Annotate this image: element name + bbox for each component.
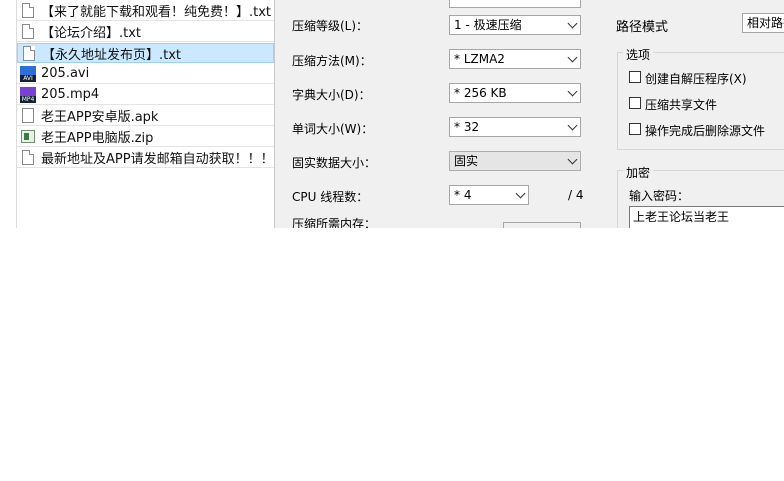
delete-checkbox[interactable] bbox=[629, 123, 641, 135]
method-select[interactable]: * LZMA2 bbox=[449, 49, 581, 69]
dict-label: 字典大小(D)： bbox=[292, 88, 371, 102]
password-input[interactable]: 上老王论坛当老王 bbox=[629, 206, 784, 228]
file-name: 【论坛介绍】.txt bbox=[41, 26, 142, 41]
file-name: 205.mp4 bbox=[41, 87, 100, 102]
chevron-down-icon bbox=[512, 186, 528, 204]
file-row[interactable]: 老王APP电脑版.zip bbox=[17, 127, 274, 147]
file-row[interactable]: 【永久地址发布页】.txt bbox=[17, 43, 274, 63]
options-title: 选项 bbox=[623, 46, 654, 63]
path-mode-value: 相对路径 bbox=[747, 16, 784, 30]
file-name: 老王APP安卓版.apk bbox=[41, 110, 159, 125]
file-row[interactable]: 【论坛介绍】.txt bbox=[17, 22, 274, 42]
path-mode-select[interactable]: 相对路径 bbox=[742, 13, 784, 33]
cpu-label: CPU 线程数： bbox=[292, 190, 369, 204]
solid-label: 固实数据大小： bbox=[292, 156, 377, 170]
chevron-down-icon bbox=[564, 152, 580, 170]
file-row[interactable]: AVI 205.avi bbox=[17, 64, 274, 84]
screenshot-area: 【来了就能下载和观看！纯免费！】.txt 【论坛介绍】.txt 【永久地址发布页】.… bbox=[0, 0, 784, 228]
sfx-checkbox[interactable] bbox=[629, 71, 641, 83]
level-value: 1 - 极速压缩 bbox=[454, 18, 522, 32]
cpu-total: / 4 bbox=[568, 188, 584, 202]
file-row[interactable]: MP4 205.mp4 bbox=[17, 85, 274, 105]
cpu-value: * 4 bbox=[454, 188, 472, 202]
text-file-icon bbox=[22, 24, 34, 39]
zip-archive-icon bbox=[21, 130, 35, 143]
memory-label: 压缩所需内存： bbox=[292, 217, 377, 228]
file-row[interactable]: 老王APP安卓版.apk bbox=[17, 106, 274, 126]
chevron-down-icon bbox=[564, 16, 580, 34]
text-file-icon bbox=[22, 150, 34, 165]
avi-video-icon: AVI bbox=[20, 65, 36, 82]
file-type-badge: MP4 bbox=[20, 95, 36, 103]
file-row[interactable]: 【来了就能下载和观看！纯免费！】.txt bbox=[17, 1, 274, 21]
file-name: 最新地址及APP请发邮箱自动获取！！！.... bbox=[41, 152, 274, 167]
text-file-icon bbox=[23, 45, 35, 61]
dict-select[interactable]: * 256 KB bbox=[449, 83, 581, 103]
password-label: 输入密码： bbox=[629, 189, 690, 203]
sfx-label[interactable]: 创建自解压程序(X) bbox=[645, 70, 747, 87]
cpu-select[interactable]: * 4 bbox=[449, 185, 529, 205]
file-type-badge: AVI bbox=[20, 74, 36, 82]
partial-top-combo[interactable] bbox=[449, 0, 581, 8]
file-name: 【永久地址发布页】.txt bbox=[42, 47, 182, 63]
text-file-icon bbox=[22, 3, 34, 18]
solid-select[interactable]: 固实 bbox=[449, 151, 581, 171]
level-label: 压缩等级(L)： bbox=[292, 19, 369, 33]
chevron-down-icon bbox=[564, 84, 580, 102]
mp4-video-icon: MP4 bbox=[20, 86, 36, 103]
chevron-down-icon bbox=[564, 118, 580, 136]
word-label: 单词大小(W)： bbox=[292, 122, 374, 136]
file-list: 【来了就能下载和观看！纯免费！】.txt 【论坛介绍】.txt 【永久地址发布页】.… bbox=[16, 0, 275, 228]
file-name: 【来了就能下载和观看！纯免费！】.txt bbox=[41, 5, 272, 20]
chevron-down-icon bbox=[564, 50, 580, 68]
solid-value: 固实 bbox=[454, 154, 479, 168]
level-select[interactable]: 1 - 极速压缩 bbox=[449, 15, 581, 35]
password-value: 上老王论坛当老王 bbox=[633, 210, 730, 224]
memory-value-box bbox=[503, 222, 581, 228]
method-label: 压缩方法(M)： bbox=[292, 54, 372, 68]
method-value: * LZMA2 bbox=[454, 52, 505, 66]
path-mode-label: 路径模式 bbox=[616, 20, 669, 35]
word-value: * 32 bbox=[454, 120, 480, 134]
shared-label[interactable]: 压缩共享文件 bbox=[645, 96, 717, 113]
delete-label[interactable]: 操作完成后删除源文件 bbox=[645, 122, 765, 139]
file-name: 205.avi bbox=[41, 66, 90, 81]
file-row[interactable]: 最新地址及APP请发邮箱自动获取！！！.... bbox=[17, 148, 274, 168]
apk-file-icon bbox=[22, 108, 34, 123]
dict-value: * 256 KB bbox=[454, 86, 507, 100]
compression-settings-panel: 压缩等级(L)： 1 - 极速压缩 压缩方法(M)： * LZMA2 字典大小(… bbox=[275, 0, 784, 228]
encryption-title: 加密 bbox=[623, 164, 654, 181]
file-name: 老王APP电脑版.zip bbox=[41, 131, 154, 146]
shared-checkbox[interactable] bbox=[629, 97, 641, 109]
word-select[interactable]: * 32 bbox=[449, 117, 581, 137]
